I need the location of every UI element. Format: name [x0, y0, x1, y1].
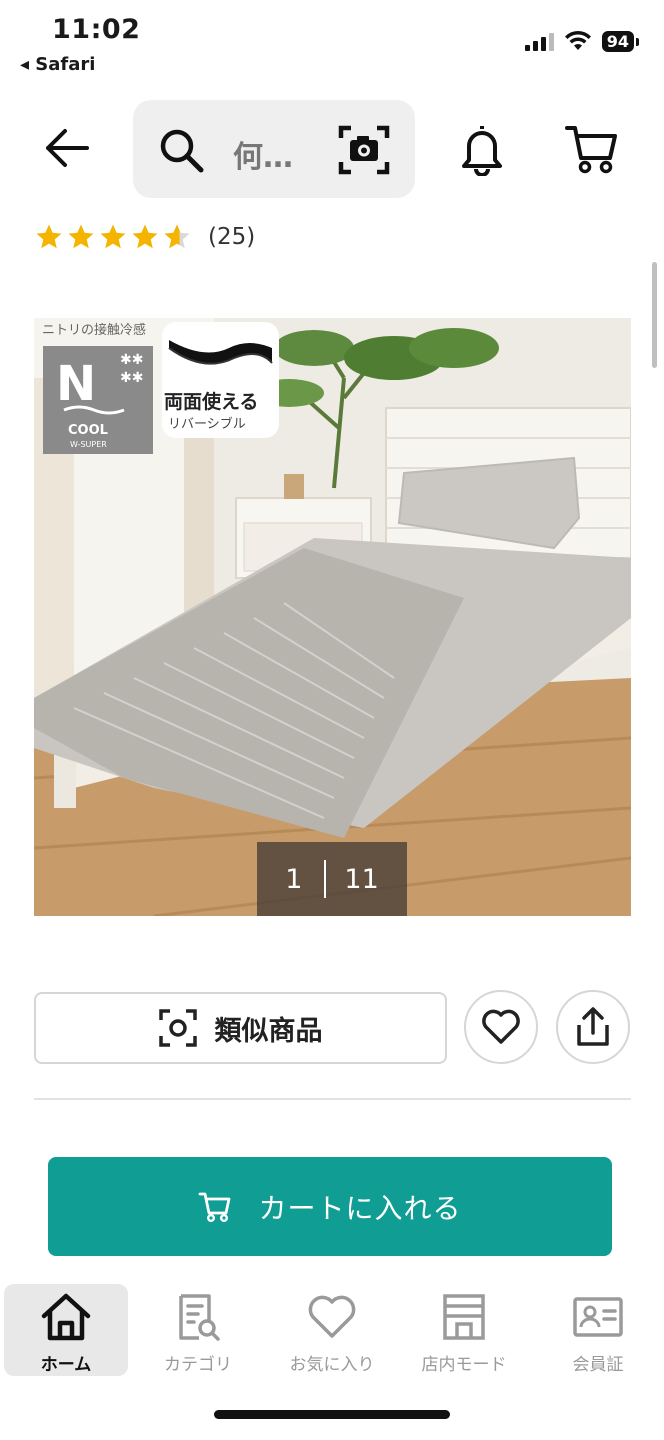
- product-photo: ニトリの接触冷感 N ✱✱ ✱✱ COOL W-SUPER 両面使える リバーシ…: [34, 318, 631, 916]
- image-counter: 1 11: [257, 842, 407, 916]
- tab-category[interactable]: カテゴリ: [136, 1284, 260, 1376]
- status-time: 11:02: [52, 14, 141, 45]
- favorite-button[interactable]: [464, 990, 538, 1064]
- notification-button[interactable]: [456, 122, 508, 177]
- similar-products-label: 類似商品: [214, 1015, 323, 1047]
- app-header: 何…: [0, 96, 664, 200]
- signal-icon: [524, 31, 554, 51]
- similar-products-button[interactable]: 類似商品: [34, 992, 447, 1064]
- cart-icon: [565, 126, 617, 174]
- add-to-cart-label: カートに入れる: [258, 1191, 462, 1225]
- status-bar: 11:02 ◂ Safari 94: [0, 0, 664, 90]
- search-input[interactable]: 何…: [133, 100, 415, 198]
- search-placeholder: 何…: [233, 140, 293, 175]
- wifi-icon: [564, 30, 591, 50]
- svg-text:✱✱: ✱✱: [120, 352, 143, 368]
- battery-icon: 94: [601, 30, 640, 52]
- star-icon: [100, 224, 126, 249]
- svg-text:✱✱: ✱✱: [120, 370, 143, 386]
- tab-favorites[interactable]: お気に入り: [270, 1284, 394, 1376]
- status-icons: 94: [524, 30, 640, 52]
- back-arrow-icon: [46, 129, 89, 167]
- home-icon: [41, 1293, 91, 1341]
- cart-button[interactable]: [564, 122, 620, 176]
- badge-super: W-SUPER: [70, 440, 107, 449]
- tab-label: ホーム: [40, 1355, 92, 1375]
- scan-icon: [158, 1009, 197, 1047]
- tab-store-mode[interactable]: 店内モード: [402, 1284, 526, 1376]
- image-counter-total: 11: [344, 863, 379, 895]
- search-icon: [160, 129, 204, 173]
- store-icon: [443, 1294, 485, 1340]
- rating-stars: [34, 222, 192, 252]
- share-icon: [577, 1007, 609, 1046]
- camera-search-icon[interactable]: [337, 124, 391, 176]
- product-action-row: 類似商品: [34, 990, 631, 1066]
- tab-label: カテゴリ: [164, 1355, 232, 1375]
- review-count: (25): [208, 224, 256, 250]
- star-icon: [36, 224, 62, 249]
- image-counter-current: 1: [285, 863, 303, 895]
- heart-icon: [482, 1009, 520, 1044]
- member-card-icon: [573, 1297, 623, 1337]
- product-image-carousel[interactable]: ニトリの接触冷感 N ✱✱ ✱✱ COOL W-SUPER 両面使える リバーシ…: [34, 318, 631, 916]
- heart-icon: [308, 1295, 356, 1338]
- back-button[interactable]: [38, 120, 94, 176]
- back-to-safari-link[interactable]: ◂ Safari: [20, 54, 95, 75]
- scrollbar[interactable]: [652, 262, 657, 368]
- share-button[interactable]: [556, 990, 630, 1064]
- section-divider: [34, 1098, 631, 1100]
- add-to-cart-button[interactable]: カートに入れる: [48, 1157, 612, 1256]
- product-rating[interactable]: (25): [34, 222, 255, 252]
- tab-label: 会員証: [572, 1355, 624, 1375]
- tab-label: 店内モード: [421, 1355, 507, 1375]
- reversible-sub: リバーシブル: [168, 416, 246, 432]
- cart-icon: [199, 1192, 231, 1222]
- half-star-icon: [164, 224, 190, 249]
- tab-home[interactable]: ホーム: [4, 1284, 128, 1376]
- home-indicator: [214, 1410, 450, 1419]
- tab-member-card[interactable]: 会員証: [536, 1284, 660, 1376]
- badge-n: N: [56, 356, 96, 412]
- category-icon: [179, 1294, 220, 1341]
- badge-label: ニトリの接触冷感: [42, 322, 146, 338]
- star-icon: [132, 224, 158, 249]
- tab-label: お気に入り: [289, 1355, 375, 1375]
- reversible-main: 両面使える: [164, 391, 258, 413]
- badge-cool: COOL: [68, 423, 108, 438]
- star-icon: [68, 224, 94, 249]
- counter-divider: [324, 860, 327, 898]
- bell-icon: [462, 126, 502, 177]
